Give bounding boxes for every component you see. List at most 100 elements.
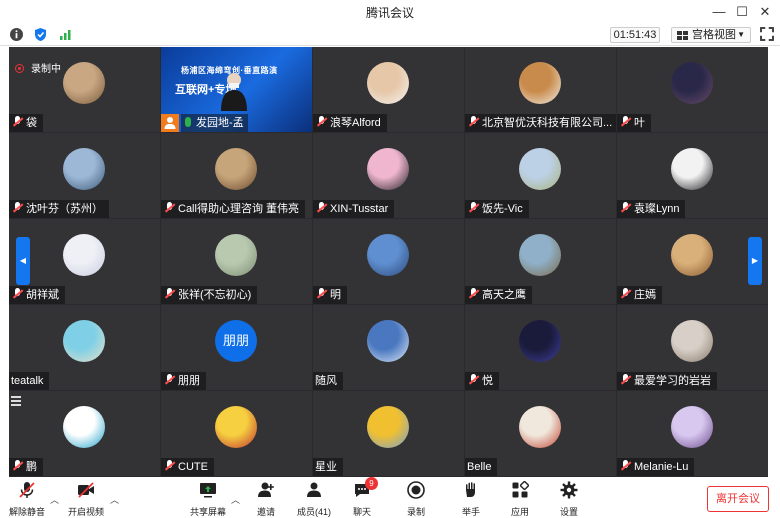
participant-tile[interactable]: 随风 bbox=[313, 305, 464, 390]
participant-tile[interactable]: 明 bbox=[313, 219, 464, 304]
unmute-button[interactable]: 解除静音 bbox=[2, 481, 52, 517]
mic-muted-icon bbox=[621, 202, 630, 213]
settings-button[interactable]: 设置 bbox=[544, 481, 594, 517]
recording-indicator: 录制中 bbox=[15, 60, 61, 75]
participant-name: 随风 bbox=[313, 372, 343, 390]
maximize-button[interactable]: ☐ bbox=[731, 2, 753, 22]
participant-name: 张祥(不忘初心) bbox=[161, 286, 258, 304]
mic-muted-icon bbox=[317, 288, 326, 299]
participant-tile[interactable]: 鹏 bbox=[9, 391, 160, 476]
mic-muted-icon bbox=[13, 116, 22, 127]
participant-name: Melanie-Lu bbox=[617, 458, 695, 476]
screen-share-tile[interactable]: 杨浦区海绵弯创·垂直路演 互联网+专场 发园地-孟 bbox=[161, 47, 312, 132]
close-button[interactable]: ✕ bbox=[754, 2, 776, 22]
participant-tile[interactable]: 袁璨Lynn bbox=[617, 133, 768, 218]
participant-tile[interactable]: 悦 bbox=[465, 305, 616, 390]
settings-label: 设置 bbox=[559, 507, 578, 517]
cat-photo-avatar bbox=[671, 320, 713, 362]
participant-tile[interactable]: 张祥(不忘初心) bbox=[161, 219, 312, 304]
participant-tile[interactable]: teatalk bbox=[9, 305, 160, 390]
shield-icon[interactable] bbox=[33, 27, 48, 42]
participant-name: 悦 bbox=[465, 372, 499, 390]
view-mode-dropdown[interactable]: 宫格视图 ▼ bbox=[671, 27, 751, 43]
record-button[interactable]: 录制 bbox=[391, 481, 441, 517]
man-portrait-avatar bbox=[367, 62, 409, 104]
shared-screen-image: 杨浦区海绵弯创·垂直路演 互联网+专场 发园地-孟 bbox=[161, 47, 312, 132]
participant-name: 星业 bbox=[313, 458, 343, 476]
chevron-down-icon: ▼ bbox=[737, 30, 745, 39]
participant-name: Call得助心理咨询 董伟亮 bbox=[161, 200, 306, 218]
woman-portrait-avatar bbox=[63, 62, 105, 104]
start-video-label: 开启视频 bbox=[67, 507, 104, 517]
next-page-button[interactable]: ▶ bbox=[748, 237, 762, 285]
participant-tile[interactable]: 叶 bbox=[617, 47, 768, 132]
mic-muted-icon bbox=[621, 460, 630, 471]
company-logo-avatar bbox=[63, 406, 105, 448]
plane-sky-avatar bbox=[367, 320, 409, 362]
participant-tile[interactable]: 朋朋 朋朋 bbox=[161, 305, 312, 390]
woman-photo-avatar bbox=[671, 406, 713, 448]
sharing-person-icon bbox=[161, 114, 179, 132]
leave-meeting-button[interactable]: 离开会议 bbox=[707, 486, 769, 512]
mic-muted-icon bbox=[621, 288, 630, 299]
participant-name: 北京智优沃科技有限公司... bbox=[465, 114, 616, 132]
participant-tile[interactable]: 庄嫣 bbox=[617, 219, 768, 304]
participant-tile[interactable]: Melanie-Lu bbox=[617, 391, 768, 476]
presenter-figure bbox=[221, 73, 247, 111]
mic-muted-icon bbox=[317, 116, 326, 127]
participant-name: 庄嫣 bbox=[617, 286, 662, 304]
participant-tile[interactable]: 北京智优沃科技有限公司... bbox=[465, 47, 616, 132]
participant-tile[interactable]: 沈叶芬（苏州） bbox=[9, 133, 160, 218]
window-title: 腾讯会议 bbox=[365, 6, 414, 20]
lake-photo-avatar bbox=[367, 234, 409, 276]
video-grid: 袋 录制中 杨浦区海绵弯创·垂直路演 互联网+专场 发园地-孟 浪琴Alford 北京智优沃… bbox=[9, 47, 768, 477]
participant-tile[interactable]: 胡祥斌 bbox=[9, 219, 160, 304]
night-sky-avatar bbox=[671, 62, 713, 104]
recording-icon bbox=[15, 64, 24, 73]
participant-name: 鹏 bbox=[9, 458, 43, 476]
participant-name: 发园地-孟 bbox=[181, 114, 248, 132]
chat-button[interactable]: 9 聊天 bbox=[337, 477, 387, 517]
mic-muted-icon bbox=[469, 202, 478, 213]
field-photo-avatar bbox=[519, 148, 561, 190]
signal-icon[interactable] bbox=[58, 27, 73, 42]
participant-tile[interactable]: XIN-Tusstar bbox=[313, 133, 464, 218]
fullscreen-icon[interactable] bbox=[760, 27, 774, 41]
participant-name: CUTE bbox=[161, 458, 214, 476]
beach-photo-avatar bbox=[63, 320, 105, 362]
participant-name: 胡祥斌 bbox=[9, 286, 65, 304]
participant-name: 明 bbox=[313, 286, 347, 304]
members-icon bbox=[307, 482, 321, 497]
invite-icon bbox=[258, 482, 274, 497]
participant-tile[interactable]: CUTE bbox=[161, 391, 312, 476]
participant-tile[interactable]: 星业 bbox=[313, 391, 464, 476]
participant-tile[interactable]: Belle bbox=[465, 391, 616, 476]
participant-tile[interactable]: 最爱学习的岩岩 bbox=[617, 305, 768, 390]
share-screen-button[interactable]: 共享屏幕 bbox=[183, 481, 233, 517]
woman-black-avatar bbox=[671, 148, 713, 190]
participant-tile[interactable]: 浪琴Alford bbox=[313, 47, 464, 132]
participant-tile[interactable]: 饭先-Vic bbox=[465, 133, 616, 218]
list-icon[interactable] bbox=[9, 394, 23, 408]
participant-tile[interactable]: 高天之鹰 bbox=[465, 219, 616, 304]
mic-muted-icon bbox=[621, 374, 630, 385]
video-options-chevron-icon[interactable]: ︿ bbox=[110, 493, 119, 506]
cartoon-face-avatar bbox=[215, 406, 257, 448]
participant-tile[interactable]: 袋 录制中 bbox=[9, 47, 160, 132]
start-video-button[interactable]: 开启视频 bbox=[61, 481, 111, 517]
chat-unread-badge: 9 bbox=[365, 477, 378, 490]
mic-muted-icon bbox=[469, 288, 478, 299]
participant-name: Belle bbox=[465, 458, 498, 476]
cartoon-girl-avatar bbox=[367, 148, 409, 190]
sketch-girl-avatar bbox=[519, 406, 561, 448]
bottom-toolbar: 解除静音 ︿ 开启视频 ︿ 共享屏幕 ︿ 邀请 成员(41) 9 聊天 录制 举… bbox=[0, 477, 780, 518]
info-icon[interactable] bbox=[9, 27, 24, 42]
prev-page-button[interactable]: ◀ bbox=[16, 237, 30, 285]
mic-muted-icon bbox=[13, 288, 22, 299]
minimize-button[interactable]: — bbox=[708, 2, 730, 22]
participant-tile[interactable]: Call得助心理咨询 董伟亮 bbox=[161, 133, 312, 218]
meeting-info-bar: 01:51:43 宫格视图 ▼ bbox=[0, 24, 780, 46]
dog-portrait-avatar bbox=[519, 62, 561, 104]
flowers-photo-avatar bbox=[367, 406, 409, 448]
participant-name: 高天之鹰 bbox=[465, 286, 532, 304]
